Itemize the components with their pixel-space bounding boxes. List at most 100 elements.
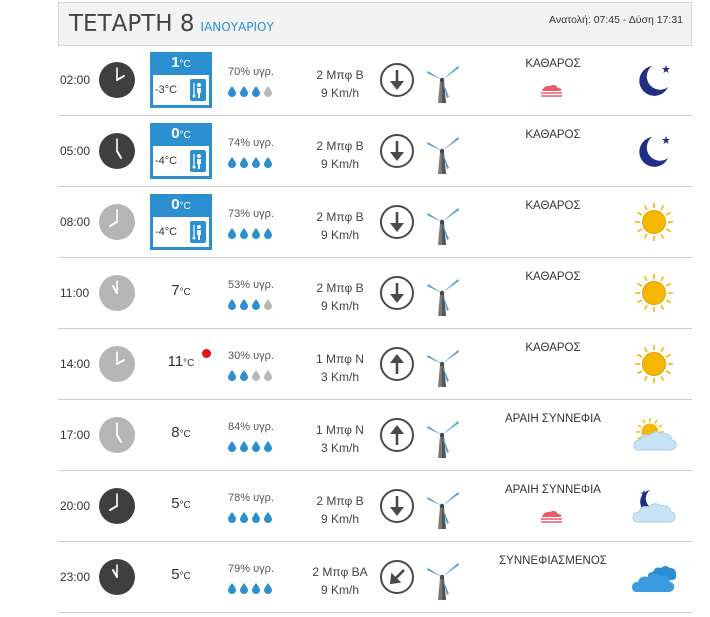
wind-beaufort: 2 Μπφ Β	[316, 139, 364, 153]
temp-unit: °C	[179, 130, 191, 141]
hour-row: 05:00 0°C -4°C 74% υγρ. 2 Μπφ Β 9 Km/h Κ…	[58, 116, 692, 187]
wind-speed: 9 Km/h	[320, 86, 359, 100]
hour-label: 08:00	[60, 215, 91, 229]
clock-icon	[99, 559, 135, 595]
wind-direction-arrow-icon	[379, 559, 415, 595]
humidity: 79% υγρ.	[228, 563, 274, 575]
sunrise-sunset: Ανατολή: 07:45 - Δύση 17:31	[549, 14, 683, 26]
temperature-value: 5	[171, 566, 180, 583]
sun-icon	[630, 272, 678, 314]
humidity: 73% υγρ.	[228, 208, 274, 220]
fog-icon	[538, 83, 564, 99]
clock-icon	[99, 133, 135, 169]
humidity-drops-icon	[228, 439, 276, 452]
sky-condition: ΚΑΘΑΡΟΣ	[525, 58, 581, 70]
wind-direction-arrow-icon	[379, 62, 415, 98]
humidity-drops-icon	[228, 84, 276, 97]
hour-row: 02:00 1°C -3°C 70% υγρ. 2 Μπφ Β 9 Km/h Κ…	[58, 45, 692, 116]
temp-unit: °C	[183, 358, 195, 369]
wind-direction-arrow-icon	[379, 133, 415, 169]
humidity-drops-icon	[228, 581, 276, 594]
sky-condition: ΚΑΘΑΡΟΣ	[525, 129, 581, 141]
sun-cloud-icon	[630, 414, 678, 456]
temp-unit: °C	[179, 59, 191, 70]
min-temp: -3°C	[155, 84, 178, 96]
temp-unit: °C	[179, 571, 191, 582]
wind-beaufort: 1 Μπφ Ν	[316, 352, 364, 366]
max-temp-value: 0	[171, 125, 180, 142]
wind-turbine-icon	[425, 485, 461, 529]
hour-row: 20:00 5°C 78% υγρ. 2 Μπφ Β 9 Km/h ΑΡΑΙΗ …	[58, 471, 692, 542]
wind-speed: 9 Km/h	[320, 228, 359, 242]
humidity: 78% υγρ.	[228, 492, 274, 504]
humidity-drops-icon	[228, 297, 276, 310]
moon-cloud-icon	[630, 485, 678, 527]
min-max-temp-box: 0°C -4°C	[150, 123, 212, 179]
temperature-value: 8	[171, 424, 180, 441]
humidity-drops-icon	[228, 368, 276, 381]
temperature-value: 7	[171, 282, 180, 299]
wind-beaufort: 2 Μπφ Β	[316, 210, 364, 224]
wind-direction-arrow-icon	[379, 417, 415, 453]
hour-label: 02:00	[60, 73, 91, 87]
temperature: 5°C	[150, 566, 212, 583]
wind-direction-arrow-icon	[379, 275, 415, 311]
clock-icon	[99, 62, 135, 98]
wind-turbine-icon	[425, 130, 461, 174]
hour-row: 11:00 7°C 53% υγρ. 2 Μπφ Β 9 Km/h ΚΑΘΑΡΟ…	[58, 258, 692, 329]
clock-icon	[99, 204, 135, 240]
min-temp: -4°C	[155, 155, 178, 167]
wind-beaufort: 2 Μπφ Β	[316, 281, 364, 295]
forecast-panel: ΤΕΤΑΡΤΗ 8 ΙΑΝΟΥΑΡΙΟΥ Ανατολή: 07:45 - Δύσ…	[58, 0, 692, 617]
wind-info: 2 Μπφ Β 9 Km/h	[290, 279, 390, 315]
wind-turbine-icon	[425, 414, 461, 458]
wind-turbine-icon	[425, 59, 461, 103]
hour-row: 17:00 8°C 84% υγρ. 1 Μπφ Ν 3 Km/h ΑΡΑΙΗ …	[58, 400, 692, 471]
hour-label: 23:00	[60, 570, 91, 584]
sky-condition: ΑΡΑΙΗ ΣΥΝΝΕΦΙΑ	[505, 413, 601, 425]
max-temp: 0°C	[150, 123, 212, 144]
humidity: 84% υγρ.	[228, 421, 274, 433]
clock-icon	[99, 275, 135, 311]
temp-unit: °C	[179, 429, 191, 440]
wind-info: 1 Μπφ Ν 3 Km/h	[290, 421, 390, 457]
wind-info: 2 Μπφ Β 9 Km/h	[290, 137, 390, 173]
wind-turbine-icon	[425, 343, 461, 387]
day-title: ΤΕΤΑΡΤΗ 8 ΙΑΝΟΥΑΡΙΟΥ	[69, 11, 274, 37]
wind-speed: 3 Km/h	[320, 370, 359, 384]
hour-label: 11:00	[60, 286, 90, 300]
moon-icon	[630, 59, 678, 101]
hour-row: 08:00 0°C -4°C 73% υγρ. 2 Μπφ Β 9 Km/h Κ…	[58, 187, 692, 258]
temperature: 5°C	[150, 495, 212, 512]
humidity-drops-icon	[228, 155, 276, 168]
wind-speed: 9 Km/h	[320, 299, 359, 313]
sky-condition: ΑΡΑΙΗ ΣΥΝΝΕΦΙΑ	[505, 484, 601, 496]
max-temp: 1°C	[150, 52, 212, 73]
moon-icon	[630, 130, 678, 172]
thermometer-person-icon	[190, 150, 206, 172]
fog-icon	[538, 509, 564, 525]
temp-unit: °C	[179, 500, 191, 511]
wind-info: 1 Μπφ Ν 3 Km/h	[290, 350, 390, 386]
clock-icon	[99, 346, 135, 382]
hour-row: 14:00 11°C 30% υγρ. 1 Μπφ Ν 3 Km/h ΚΑΘΑΡ…	[58, 329, 692, 400]
sky-condition: ΚΑΘΑΡΟΣ	[525, 271, 581, 283]
sun-icon	[630, 343, 678, 385]
hour-row: 23:00 5°C 79% υγρ. 2 Μπφ ΒΑ 9 Km/h ΣΥΝΝΕ…	[58, 542, 692, 613]
wind-info: 2 Μπφ Β 9 Km/h	[290, 208, 390, 244]
wind-beaufort: 2 Μπφ ΒΑ	[312, 565, 368, 579]
temp-unit: °C	[179, 201, 191, 212]
max-temp: 0°C	[150, 194, 212, 215]
thermometer-person-icon	[190, 79, 206, 101]
temperature: 8°C	[150, 424, 212, 441]
sky-condition: ΚΑΘΑΡΟΣ	[525, 200, 581, 212]
clouds-icon	[630, 556, 678, 598]
humidity-drops-icon	[228, 226, 276, 239]
wind-info: 2 Μπφ Β 9 Km/h	[290, 492, 390, 528]
clock-icon	[99, 417, 135, 453]
max-temp-value: 1	[171, 54, 180, 71]
humidity: 30% υγρ.	[228, 350, 274, 362]
temperature: 7°C	[150, 282, 212, 299]
humidity: 74% υγρ.	[228, 137, 274, 149]
hour-label: 20:00	[60, 499, 91, 513]
